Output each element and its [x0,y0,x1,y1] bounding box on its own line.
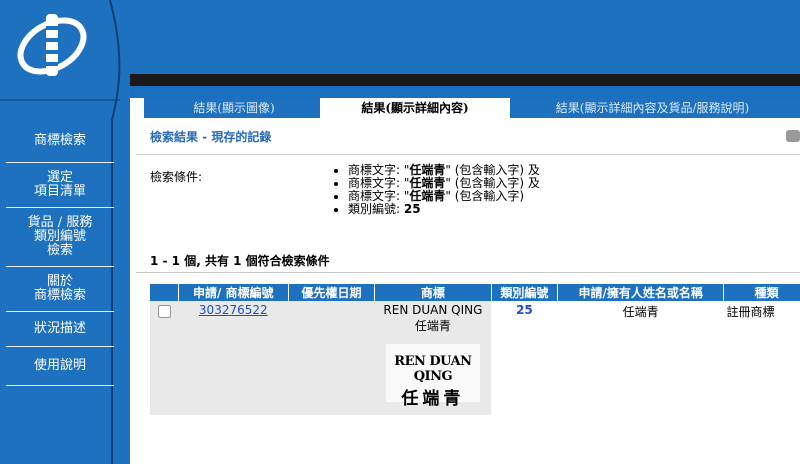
criteria-list: 商標文字: "任端青" (包含輸入字) 及 商標文字: "任端青" (包含輸入字… [332,164,540,216]
app-no-cell: 303276522 [178,301,289,415]
col-header-mark: 商標 [374,284,492,301]
select-cell [150,301,179,415]
mark-image-line2: 任端青 [401,389,465,409]
table-header-row: 申請/ 商標編號 優先權日期 商標 類別編號 申請/擁有人姓名或名稱 種類 [150,284,800,301]
col-header-class: 類別編號 [491,284,559,301]
mark-image[interactable]: REN DUAN QING 任端青 [385,344,480,409]
priority-cell [288,301,375,415]
criteria-label: 檢索條件: [150,170,203,184]
header-blue-band [130,86,800,98]
mark-image-line1: REN DUAN QING [394,354,472,384]
select-checkbox[interactable] [157,305,171,318]
app-no-link[interactable]: 303276522 [199,303,268,317]
logo-icon [17,14,87,76]
sidebar-item-class-search[interactable]: 貨品 / 服務 類別編號 檢索 [6,208,114,267]
sidebar-item-selected-list[interactable]: 選定 項目清單 [6,163,114,208]
sidebar-item-trademark-search[interactable]: 商標檢索 [6,120,114,163]
result-count: 1 - 1 個, 共有 1 個符合檢索條件 [150,254,330,268]
type-cell: 註冊商標 [726,305,775,319]
table-row: 303276522 REN DUAN QING 任端青 REN DUAN QIN… [150,301,800,415]
col-header-select [150,284,179,301]
tab-show-details[interactable]: 結果(顯示詳細內容) [320,98,510,118]
mark-cell: REN DUAN QING 任端青 REN DUAN QING 任端青 [374,301,492,415]
col-header-type: 種類 [723,284,800,301]
sidebar-item-help[interactable]: 使用說明 [6,347,114,386]
owner-cell: 任端青 [622,305,659,319]
tab-show-image[interactable]: 結果(顯示圖像) [144,98,324,118]
class-no: 25 [516,303,533,317]
header-dark-band [130,74,800,86]
class-cell: 25 [491,301,558,415]
mark-text: REN DUAN QING 任端青 [383,303,483,333]
sidebar-item-status[interactable]: 狀況描述 [6,312,114,347]
col-header-priority: 優先權日期 [288,284,376,301]
main-content: 檢索結果 - 現存的記錄 檢索條件: 商標文字: "任端青" (包含輸入字) 及… [136,118,800,464]
divider [136,272,800,273]
results-table: 申請/ 商標編號 優先權日期 商標 類別編號 申請/擁有人姓名或名稱 種類 30… [150,284,800,415]
sidebar: 商標檢索 選定 項目清單 貨品 / 服務 類別編號 檢索 關於 商標檢索 狀況描… [0,0,130,464]
header [130,0,800,98]
col-header-owner: 申請/擁有人姓名或名稱 [557,284,725,301]
sidebar-item-about[interactable]: 關於 商標檢索 [6,267,114,312]
print-icon[interactable] [786,130,800,142]
criteria-item: 類別編號: 25 [348,203,540,216]
col-header-app-no: 申請/ 商標編號 [178,284,289,301]
tab-show-full-details[interactable]: 結果(顯示詳細內容及貨品/服務說明) [505,98,800,118]
sidebar-nav: 商標檢索 選定 項目清單 貨品 / 服務 類別編號 檢索 關於 商標檢索 狀況描… [6,120,114,386]
page-title: 檢索結果 - 現存的記錄 [150,130,272,144]
divider [136,154,800,155]
